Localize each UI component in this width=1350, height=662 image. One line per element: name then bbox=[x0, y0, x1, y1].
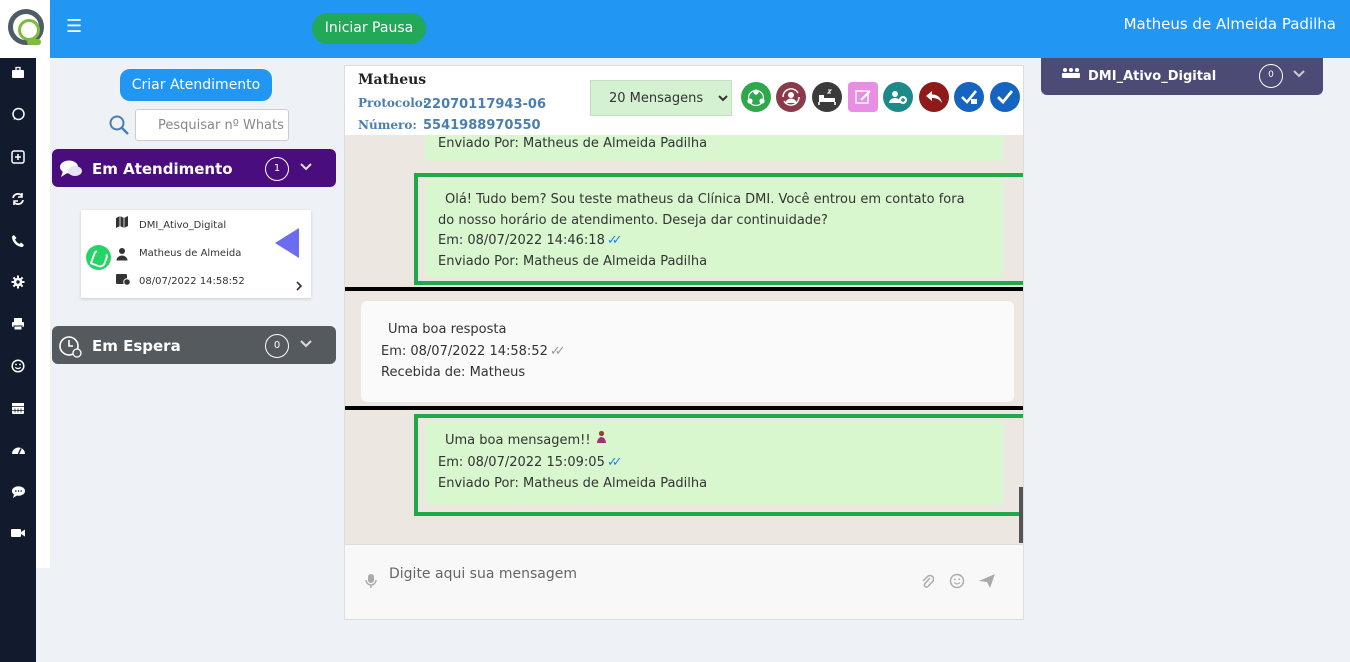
create-service-button[interactable]: Criar Atendimento bbox=[120, 69, 272, 101]
transfer-group-icon[interactable] bbox=[741, 82, 771, 112]
chat-bubbles-icon bbox=[58, 158, 84, 184]
add-user-icon[interactable] bbox=[883, 82, 913, 112]
message-text: Olá! Tudo bem? Sou teste matheus da Clín… bbox=[438, 192, 965, 228]
message-time-row: Em: 08/07/2022 15:09:05 ✓✓ bbox=[438, 452, 623, 473]
menu-icon[interactable]: ☰ bbox=[66, 16, 82, 37]
waiting-section-header[interactable]: Em Espera 0 bbox=[52, 326, 336, 364]
chat-header: Matheus Protocolo: 22070117943-06 Número… bbox=[344, 65, 1024, 135]
finish-check-icon[interactable] bbox=[990, 82, 1020, 112]
edit-note-icon[interactable] bbox=[848, 82, 878, 112]
protocol-value: 22070117943-06 bbox=[423, 97, 546, 112]
message-bubble-sent: Uma boa mensagem!! Em: 08/07/2022 15:09:… bbox=[425, 421, 1003, 505]
queue-selector[interactable]: DMI_Ativo_Digital 0 bbox=[1041, 58, 1323, 95]
clock-icon bbox=[58, 335, 84, 363]
message-text: Uma boa resposta bbox=[388, 322, 507, 337]
chevron-down-icon[interactable] bbox=[1293, 67, 1305, 82]
reply-icon[interactable] bbox=[919, 82, 949, 112]
message-text-row: Uma boa mensagem!! bbox=[445, 430, 608, 451]
message-bubble-sent: Enviado Por: Matheus de Almeida Padilha bbox=[425, 135, 1003, 161]
whatsapp-icon bbox=[86, 245, 111, 270]
double-check-icon: ✓✓ bbox=[606, 455, 623, 470]
message-time-row: Em: 08/07/2022 14:58:52 ✓✓ bbox=[381, 341, 566, 362]
message-sender: Enviado Por: Matheus de Almeida Padilha bbox=[438, 476, 708, 491]
queue-count: 0 bbox=[1259, 64, 1283, 88]
sync-icon[interactable] bbox=[0, 191, 36, 213]
message-composer bbox=[344, 544, 1024, 620]
protocol-label: Protocolo: bbox=[358, 96, 428, 110]
briefcase-icon[interactable] bbox=[0, 65, 36, 87]
waiting-count: 0 bbox=[265, 334, 289, 358]
card-queue: DMI_Ativo_Digital bbox=[139, 220, 227, 231]
message-time: Em: 08/07/2022 15:09:05 bbox=[438, 455, 605, 470]
top-bar: ☰ Iniciar Pausa Matheus de Almeida Padil… bbox=[0, 0, 1350, 58]
map-icon bbox=[115, 215, 129, 232]
user-name[interactable]: Matheus de Almeida Padilha bbox=[1124, 15, 1336, 33]
message-time-row: Em: 08/07/2022 14:46:18 ✓✓ bbox=[438, 230, 623, 251]
microphone-icon[interactable] bbox=[365, 573, 377, 593]
chevron-down-icon[interactable] bbox=[300, 160, 312, 175]
message-time: Em: 08/07/2022 14:58:52 bbox=[381, 344, 548, 359]
side-nav-gap bbox=[36, 58, 50, 568]
transfer-agent-icon[interactable] bbox=[776, 82, 806, 112]
double-check-icon: ✓✓ bbox=[606, 233, 623, 248]
scrollbar[interactable] bbox=[1019, 487, 1023, 543]
message-sender: Recebida de: Matheus bbox=[381, 365, 526, 380]
card-agent: Matheus de Almeida bbox=[139, 248, 242, 259]
calendar-clock-icon bbox=[115, 272, 131, 289]
people-group-icon bbox=[1061, 67, 1081, 82]
chevron-right-icon[interactable] bbox=[295, 281, 303, 294]
attachment-icon[interactable] bbox=[920, 573, 935, 593]
person-emoji-icon bbox=[595, 430, 608, 448]
chat-messages-area[interactable]: Enviado Por: Matheus de Almeida Padilha … bbox=[344, 135, 1024, 544]
gear-icon[interactable] bbox=[0, 274, 36, 296]
calendar-icon[interactable] bbox=[0, 400, 36, 422]
start-pause-button[interactable]: Iniciar Pausa bbox=[312, 13, 426, 44]
video-icon[interactable] bbox=[0, 524, 36, 546]
phone-icon[interactable] bbox=[0, 233, 36, 255]
service-card[interactable]: DMI_Ativo_Digital Matheus de Almeida 08/… bbox=[81, 210, 311, 298]
approve-thumb-icon[interactable] bbox=[954, 82, 984, 112]
in-service-section-header[interactable]: Em Atendimento 1 bbox=[52, 149, 336, 187]
emoji-icon[interactable] bbox=[949, 573, 965, 593]
smile-icon[interactable] bbox=[0, 358, 36, 380]
in-service-count: 1 bbox=[265, 157, 289, 181]
whatsapp-search-input[interactable] bbox=[135, 109, 289, 141]
logo bbox=[0, 0, 50, 58]
message-bubble-sent: Olá! Tudo bem? Sou teste matheus da Clín… bbox=[425, 179, 1003, 277]
message-input[interactable] bbox=[389, 559, 909, 589]
send-icon[interactable] bbox=[978, 573, 996, 593]
message-sender: Enviado Por: Matheus de Almeida Padilha bbox=[438, 254, 708, 269]
message-time: Em: 08/07/2022 14:46:18 bbox=[438, 233, 605, 248]
double-check-icon: ✓✓ bbox=[549, 344, 566, 359]
queue-name: DMI_Ativo_Digital bbox=[1088, 69, 1217, 84]
messages-count-select[interactable]: 20 Mensagens bbox=[590, 80, 732, 116]
chevron-down-icon[interactable] bbox=[300, 337, 312, 352]
number-label: Número: bbox=[358, 118, 417, 132]
waiting-title: Em Espera bbox=[92, 337, 181, 355]
search-icon[interactable] bbox=[108, 114, 130, 136]
message-text: Uma boa mensagem!! bbox=[445, 433, 591, 448]
message-sender: Enviado Por: Matheus de Almeida Padilha bbox=[438, 136, 708, 151]
sleep-bed-icon[interactable] bbox=[812, 82, 842, 112]
in-service-title: Em Atendimento bbox=[92, 160, 233, 178]
whatsapp-icon[interactable] bbox=[0, 107, 36, 129]
side-nav bbox=[0, 58, 36, 662]
print-icon[interactable] bbox=[0, 316, 36, 338]
contact-name: Matheus bbox=[358, 72, 427, 88]
card-datetime: 08/07/2022 14:58:52 bbox=[139, 276, 245, 287]
message-bubble-received: Uma boa resposta Em: 08/07/2022 14:58:52… bbox=[361, 301, 1014, 402]
agent-icon bbox=[115, 247, 129, 264]
number-value: 5541988970550 bbox=[423, 118, 541, 133]
chat-icon[interactable] bbox=[0, 484, 36, 506]
dashboard-icon[interactable] bbox=[0, 442, 36, 464]
plus-square-icon[interactable] bbox=[0, 149, 36, 171]
navigation-arrow-icon bbox=[275, 228, 299, 258]
